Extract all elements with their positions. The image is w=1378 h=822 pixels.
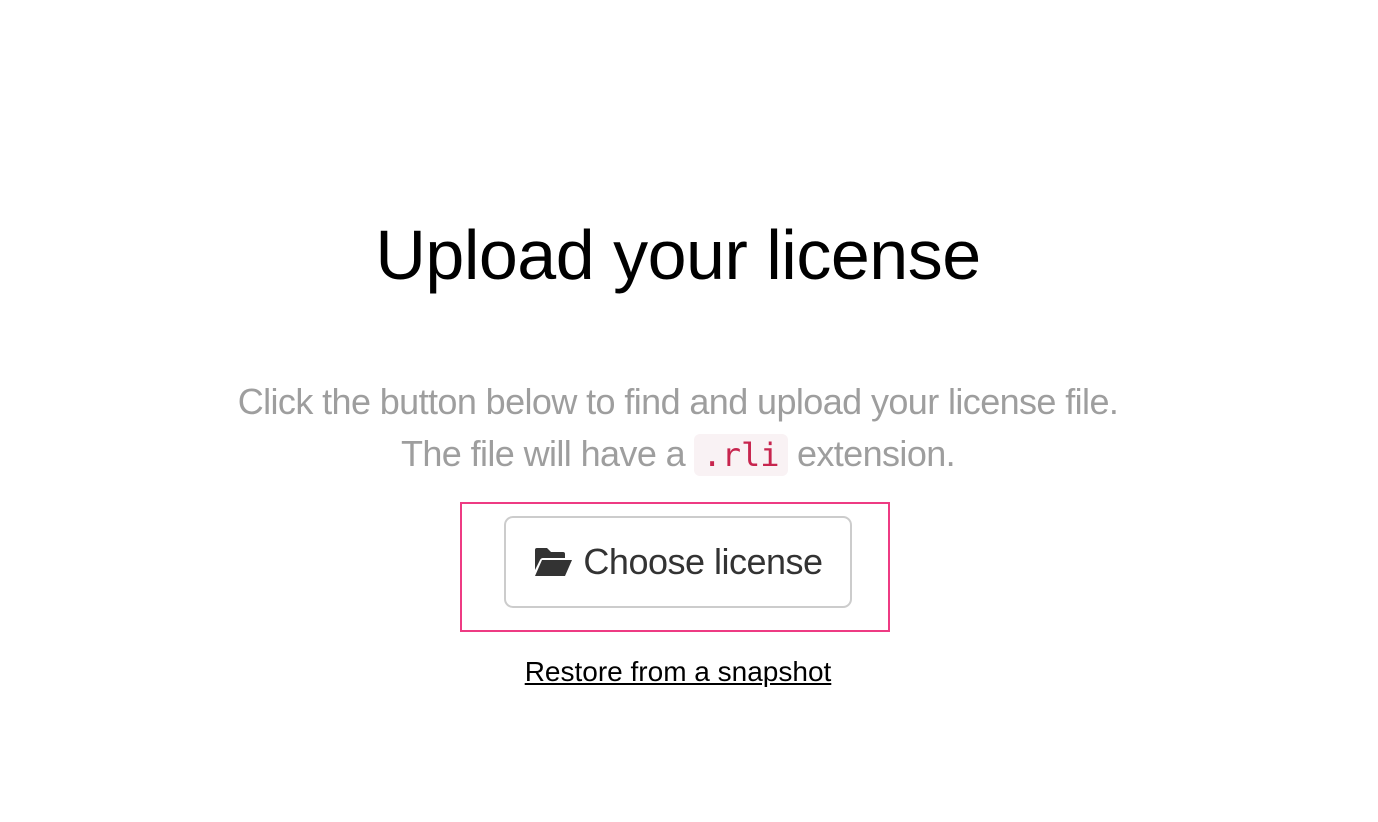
restore-container: Restore from a snapshot <box>0 654 1356 690</box>
license-upload-page: Upload your license Click the button bel… <box>0 0 1378 822</box>
page-title: Upload your license <box>375 216 981 294</box>
instructions-line-2: The file will have a .rli extension. <box>0 428 1356 481</box>
choose-license-label: Choose license <box>583 541 823 582</box>
instructions: Click the button below to find and uploa… <box>0 376 1356 481</box>
instructions-line-2-after: extension. <box>787 433 956 474</box>
instructions-line-1: Click the button below to find and uploa… <box>237 381 1119 422</box>
folder-open-icon <box>533 546 573 578</box>
choose-license-button[interactable]: Choose license <box>504 516 852 608</box>
file-extension-code: .rli <box>694 434 788 476</box>
instructions-line-2-before: The file will have a <box>400 433 695 474</box>
restore-snapshot-link[interactable]: Restore from a snapshot <box>525 656 832 687</box>
